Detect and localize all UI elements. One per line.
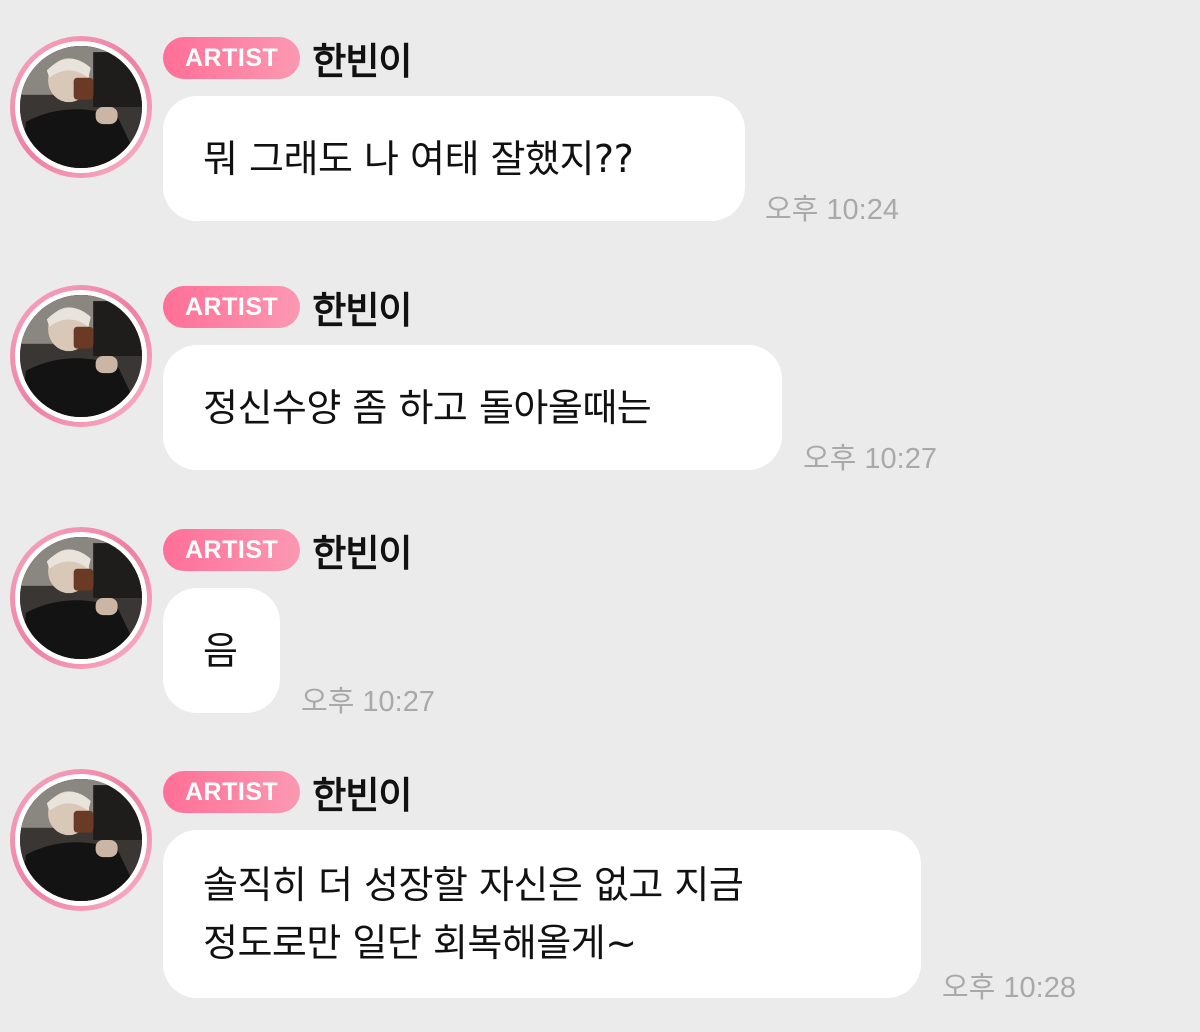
message-bubble[interactable]: 음 (163, 588, 280, 713)
message-bubble[interactable]: 정신수양 좀 하고 돌아올때는 (163, 345, 782, 470)
message-text: 음 (203, 628, 238, 673)
artist-badge: ARTIST (163, 529, 301, 571)
message-timestamp: 오후 10:27 (803, 443, 937, 475)
sender-name[interactable]: 한빈이 (312, 280, 412, 334)
avatar[interactable] (10, 769, 152, 911)
message-timestamp: 오후 10:28 (942, 972, 1076, 1004)
avatar[interactable] (10, 36, 152, 178)
message-bubble[interactable]: 뭐 그래도 나 여태 잘했지?? (163, 96, 745, 221)
message-text: 뭐 그래도 나 여태 잘했지?? (203, 136, 634, 181)
avatar[interactable] (10, 285, 152, 427)
artist-badge: ARTIST (163, 771, 301, 813)
message-text: 정신수양 좀 하고 돌아올때는 (203, 385, 652, 430)
profile-photo-icon (20, 46, 142, 168)
message-timestamp: 오후 10:24 (765, 194, 899, 226)
sender-name[interactable]: 한빈이 (312, 523, 412, 577)
sender-row: ARTIST 한빈이 (163, 527, 412, 575)
sender-name[interactable]: 한빈이 (312, 765, 412, 819)
message-text: 솔직히 더 성장할 자신은 없고 지금 정도로만 일단 회복해올게~ (203, 863, 744, 965)
profile-photo-icon (20, 779, 142, 901)
avatar[interactable] (10, 527, 152, 669)
sender-row: ARTIST 한빈이 (163, 769, 412, 817)
sender-row: ARTIST 한빈이 (163, 284, 412, 332)
artist-badge: ARTIST (163, 286, 301, 328)
message-timestamp: 오후 10:27 (301, 686, 435, 718)
profile-photo-icon (20, 295, 142, 417)
artist-badge: ARTIST (163, 37, 301, 79)
message-bubble[interactable]: 솔직히 더 성장할 자신은 없고 지금 정도로만 일단 회복해올게~ (163, 830, 921, 998)
sender-name[interactable]: 한빈이 (312, 31, 412, 85)
profile-photo-icon (20, 537, 142, 659)
sender-row: ARTIST 한빈이 (163, 35, 412, 83)
